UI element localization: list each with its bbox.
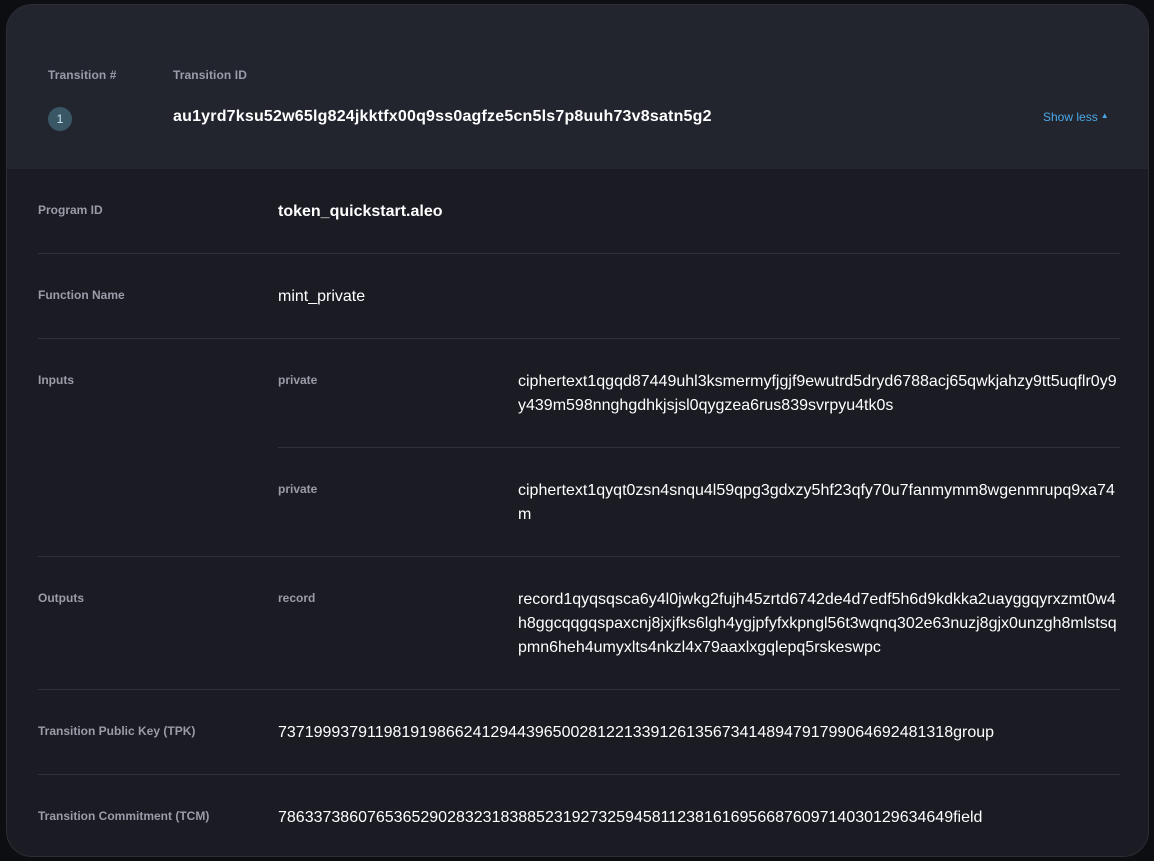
input-type-2: private xyxy=(278,482,318,496)
inputs-label: Inputs xyxy=(38,373,74,387)
transition-header: Transition # Transition ID 1 au1yrd7ksu5… xyxy=(7,5,1148,169)
transition-id-value: au1yrd7ksu52w65lg824jkktfx00q9ss0agfze5c… xyxy=(173,108,712,125)
divider xyxy=(38,774,1120,775)
transition-number-header: Transition # xyxy=(48,68,117,82)
tpk-label: Transition Public Key (TPK) xyxy=(38,724,196,738)
transition-card: Transition # Transition ID 1 au1yrd7ksu5… xyxy=(6,4,1149,857)
function-name-value: mint_private xyxy=(278,288,366,305)
divider xyxy=(38,253,1120,254)
output-type-1: record xyxy=(278,591,316,605)
tcm-value: 7863373860765365290283231838852319273259… xyxy=(278,809,983,826)
show-less-label: Show less xyxy=(1043,110,1098,124)
divider xyxy=(38,556,1120,557)
input-value-1: ciphertext1qgqd87449uhl3ksmermyfjgjf9ewu… xyxy=(518,373,1117,414)
transition-number-badge: 1 xyxy=(48,107,72,131)
function-name-label: Function Name xyxy=(38,288,125,302)
chevron-up-icon: ▲ xyxy=(1100,111,1109,120)
input-type-1: private xyxy=(278,373,318,387)
output-value-1: record1qyqsqsca6y4l0jwkg2fujh45zrtd6742d… xyxy=(518,591,1117,656)
outputs-label: Outputs xyxy=(38,591,84,605)
divider xyxy=(38,689,1120,690)
divider xyxy=(38,338,1120,339)
divider xyxy=(278,447,1120,448)
tpk-value: 7371999379119819198662412944396500281221… xyxy=(278,724,995,741)
program-id-value: token_quickstart.aleo xyxy=(278,203,443,220)
tcm-label: Transition Commitment (TCM) xyxy=(38,809,210,823)
transition-id-header: Transition ID xyxy=(173,68,247,82)
input-value-2: ciphertext1qyqt0zsn4snqu4l59qpg3gdxzy5hf… xyxy=(518,482,1115,523)
show-less-button[interactable]: Show less ▲ xyxy=(1043,110,1109,124)
program-id-label: Program ID xyxy=(38,203,103,217)
